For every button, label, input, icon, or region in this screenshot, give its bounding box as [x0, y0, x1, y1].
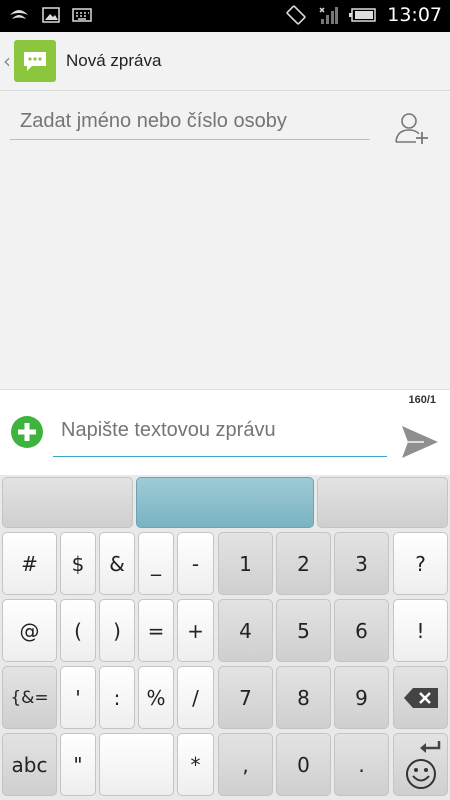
key-8[interactable]: 8	[276, 666, 331, 729]
key-percent[interactable]: %	[138, 666, 174, 729]
key-1[interactable]: 1	[218, 532, 273, 595]
key-7[interactable]: 7	[218, 666, 273, 729]
key-at[interactable]: @	[2, 599, 57, 662]
backspace-icon	[403, 687, 438, 708]
page-title: Nová zpráva	[66, 51, 162, 70]
key-3[interactable]: 3	[334, 532, 389, 595]
chevron-left-icon[interactable]: ‹	[3, 49, 11, 73]
key-symbols-more[interactable]: {&=	[2, 666, 57, 729]
key-apostrophe[interactable]: '	[60, 666, 96, 729]
char-counter: 160/1	[408, 394, 436, 406]
suggestion-right-key[interactable]	[317, 477, 448, 528]
key-comma[interactable]: ,	[218, 733, 273, 796]
key-paren-open[interactable]: (	[60, 599, 96, 662]
key-dollar[interactable]: $	[60, 532, 96, 595]
key-abc[interactable]: abc	[2, 733, 57, 796]
sms-bubble-icon[interactable]	[14, 40, 56, 82]
key-hash[interactable]: #	[2, 532, 57, 595]
signal-icon	[319, 7, 339, 24]
key-plus[interactable]: +	[177, 599, 214, 662]
key-slash[interactable]: /	[177, 666, 214, 729]
status-bar: 13:07	[0, 0, 450, 32]
key-ampersand[interactable]: &	[99, 532, 135, 595]
key-underscore[interactable]: _	[138, 532, 174, 595]
key-4[interactable]: 4	[218, 599, 273, 662]
key-9[interactable]: 9	[334, 666, 389, 729]
key-equals[interactable]: =	[138, 599, 174, 662]
suggestion-left-key[interactable]	[2, 477, 133, 528]
action-bar: ‹ Nová zpráva	[0, 32, 450, 91]
battery-icon	[349, 8, 376, 22]
keyboard-notification-icon	[72, 8, 92, 22]
notification-app-icon	[10, 10, 28, 19]
key-exclamation[interactable]: !	[393, 599, 448, 662]
rotation-lock-icon	[286, 5, 306, 25]
key-6[interactable]: 6	[334, 599, 389, 662]
add-person-icon[interactable]	[394, 110, 430, 146]
clock: 13:07	[387, 4, 442, 26]
suggestion-center-key[interactable]	[136, 477, 314, 528]
key-period[interactable]: .	[334, 733, 389, 796]
key-colon[interactable]: :	[99, 666, 135, 729]
recipient-input[interactable]	[10, 104, 370, 140]
backspace-key[interactable]	[393, 666, 448, 729]
emoji-key[interactable]	[393, 733, 448, 796]
smiley-icon	[406, 759, 436, 789]
key-question[interactable]: ?	[393, 532, 448, 595]
message-input[interactable]	[53, 405, 387, 457]
space-key[interactable]	[99, 733, 174, 796]
key-quote[interactable]: "	[60, 733, 96, 796]
key-asterisk[interactable]: *	[177, 733, 214, 796]
send-icon[interactable]	[400, 424, 440, 460]
enter-arrow-icon	[420, 741, 441, 753]
key-minus[interactable]: -	[177, 532, 214, 595]
key-5[interactable]: 5	[276, 599, 331, 662]
plus-circle-icon[interactable]	[10, 415, 44, 449]
keyboard: # $ & _ - 1 2 3 ? @ ( ) = + 4 5 6 ! {&= …	[0, 475, 450, 800]
key-2[interactable]: 2	[276, 532, 331, 595]
key-paren-close[interactable]: )	[99, 599, 135, 662]
gallery-icon	[42, 7, 60, 23]
key-0[interactable]: 0	[276, 733, 331, 796]
